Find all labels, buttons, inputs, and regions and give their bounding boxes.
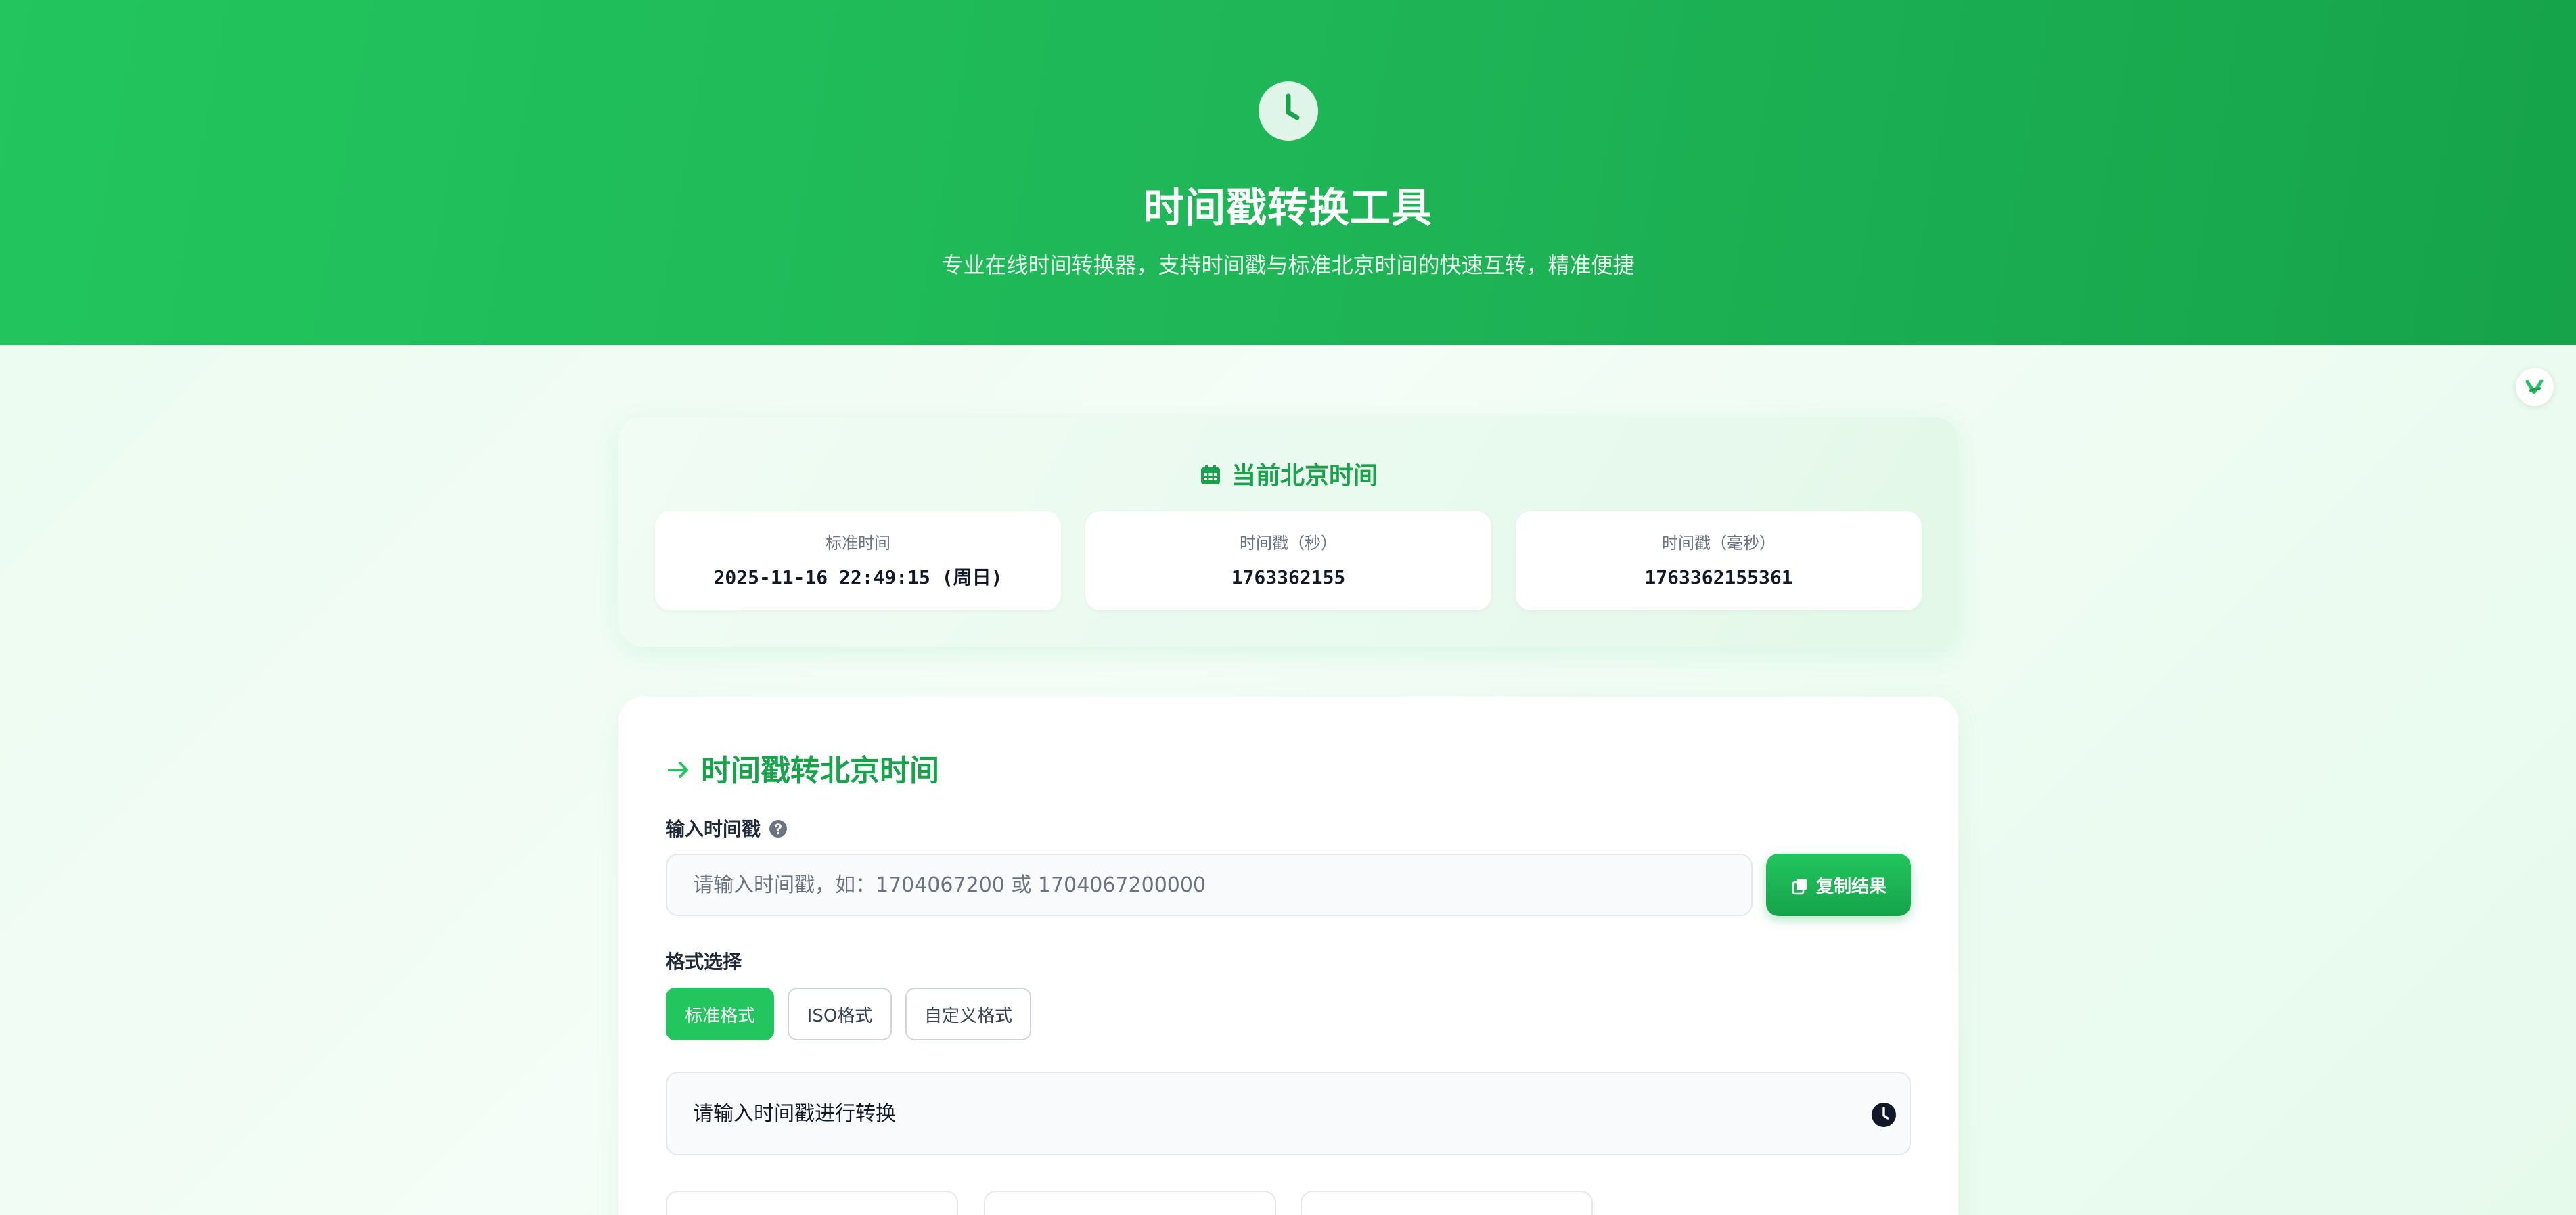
timestamp-input-label: 输入时间戳 (666, 816, 788, 843)
timestamp-millis-tile: 时间戳（毫秒） 1763362155361 (1516, 511, 1922, 610)
standard-time-tile: 标准时间 2025-11-16 22:49:15 (周日) (655, 511, 1061, 610)
current-time-card: 当前北京时间 标准时间 2025-11-16 22:49:15 (周日) 时间戳… (618, 417, 1958, 647)
calendar-icon (1199, 463, 1222, 486)
timestamp-seconds-tile: 时间戳（秒） 1763362155 (1085, 511, 1491, 610)
copy-icon (1790, 877, 1809, 896)
question-circle-icon[interactable] (769, 819, 788, 838)
tile-label: 标准时间 (826, 534, 890, 553)
floating-badge[interactable] (2516, 368, 2554, 406)
tile-label: 时间戳（毫秒） (1662, 534, 1776, 553)
input-label-text: 输入时间戳 (666, 818, 761, 840)
timestamp-seconds-value: 1763362155 (1231, 566, 1346, 589)
option-card[interactable] (984, 1191, 1276, 1215)
converter-heading: 时间戳转北京时间 (666, 750, 939, 793)
standard-time-value: 2025-11-16 22:49:15 (周日) (713, 566, 1003, 589)
conversion-result-text: 请输入时间戳进行转换 (693, 1102, 896, 1126)
copy-result-label: 复制结果 (1815, 876, 1886, 897)
timestamp-millis-value: 1763362155361 (1644, 566, 1793, 589)
clock-icon (1259, 81, 1318, 141)
current-time-heading: 当前北京时间 (618, 457, 1958, 495)
page-subtitle: 专业在线时间转换器，支持时间戳与标准北京时间的快速互转，精准便捷 (941, 252, 1635, 278)
option-card[interactable] (666, 1191, 958, 1215)
option-card[interactable] (1301, 1191, 1593, 1215)
format-standard-button[interactable]: 标准格式 (666, 988, 774, 1040)
clock-icon (1870, 1101, 1897, 1128)
conversion-result-box: 请输入时间戳进行转换 (666, 1072, 1911, 1155)
converter-card: 时间戳转北京时间 输入时间戳 复制结果 格式选择 标准格式 ISO格式 自定义格… (618, 697, 1958, 1215)
current-time-title: 当前北京时间 (1231, 462, 1378, 490)
tile-label: 时间戳（秒） (1240, 534, 1337, 553)
yun-logo-icon (2525, 379, 2544, 394)
timestamp-input[interactable] (666, 854, 1753, 916)
format-custom-button[interactable]: 自定义格式 (905, 988, 1031, 1040)
page-title: 时间戳转换工具 (1144, 185, 1432, 232)
page-header: 时间戳转换工具 专业在线时间转换器，支持时间戳与标准北京时间的快速互转，精准便捷 (0, 0, 2576, 345)
arrow-right-icon (666, 757, 692, 783)
format-select-label: 格式选择 (666, 950, 742, 973)
format-iso-button[interactable]: ISO格式 (788, 988, 892, 1040)
converter-title: 时间戳转北京时间 (701, 754, 939, 788)
copy-result-button[interactable]: 复制结果 (1766, 854, 1911, 916)
